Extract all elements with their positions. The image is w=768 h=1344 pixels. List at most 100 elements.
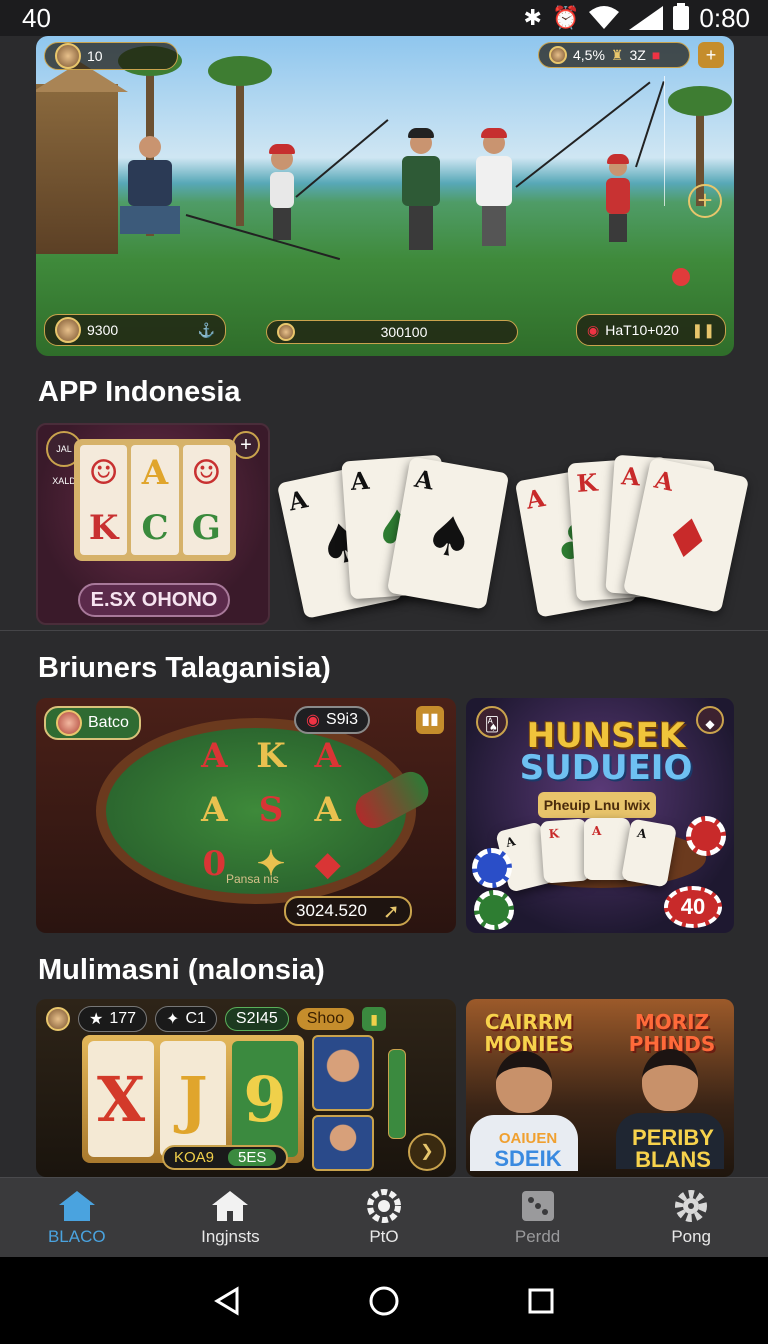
hud-top-left: 10	[44, 42, 178, 70]
system-navigation-bar	[0, 1257, 768, 1344]
slot-hud-3: S2I45	[224, 1007, 289, 1031]
target-icon: ◉	[587, 321, 600, 338]
fishing-rod	[515, 81, 651, 188]
bottom-navigation: BLACO Ingjnsts PtO Perdd Pong	[0, 1177, 768, 1257]
dice-icon	[521, 1190, 554, 1221]
slot-reels: ☺ K AC ☺ G	[74, 439, 236, 561]
pause-icon[interactable]: ❚❚	[692, 322, 715, 339]
poker-subtitle: Pheuip Lnu lwix	[538, 792, 656, 818]
status-time-right: 0:80	[699, 2, 750, 33]
slot-reels: X J 9	[82, 1035, 304, 1163]
fisherman-seated	[120, 136, 180, 234]
plus-button[interactable]: +	[698, 42, 724, 68]
hut-illustration	[36, 62, 128, 254]
app-screen: 40 ✱ ⏰ 0:80 + 10 4,5% ♜ 3Z ■ + 9300 ⚓ 30…	[0, 0, 768, 1344]
crosshair-icon[interactable]: +	[688, 184, 722, 218]
cards-group-right[interactable]: A♣ K♦ A♥ A♦	[514, 452, 750, 618]
game-tile-slot-2[interactable]: ★ 177 ✦ C1 S2I45 Shoo ▮ X J 9 KOA9 5ES ❯	[36, 999, 456, 1177]
flag-icon: ◉	[306, 712, 320, 729]
shield-icon	[46, 1007, 70, 1031]
menu-icon[interactable]: ▮	[362, 1007, 387, 1031]
status-bar: 40 ✱ ⏰ 0:80	[0, 0, 768, 36]
gear-ring-icon	[366, 1188, 401, 1223]
cards-group-left[interactable]: A♠ A♠ A♠	[276, 450, 510, 619]
arrow-icon[interactable]: ➚	[383, 899, 400, 924]
felt-symbols: A K A A S A 0 ✦ ◆	[201, 736, 341, 884]
hud-top-left-value: 10	[87, 48, 103, 64]
game-tile-poker[interactable]: 🂡 ◆ HUNSEK SUDUEIO Pheuip Lnu lwix A K A…	[466, 698, 734, 933]
house-icon	[212, 1190, 249, 1221]
slot-hud-1: ★ 177	[78, 1006, 148, 1032]
player-avatar	[55, 317, 81, 343]
status-time-left: 40	[22, 2, 51, 33]
nav-item-ingjnsts[interactable]: Ingjnsts	[154, 1178, 308, 1257]
hud-bottom-left: 9300 ⚓	[44, 314, 226, 346]
hud-top-right-value: 4,5%	[573, 47, 605, 63]
fishing-rod	[295, 119, 389, 198]
battery-icon	[673, 3, 690, 30]
status-icons: ✱ ⏰ 0:80	[524, 3, 750, 34]
home-icon	[58, 1190, 95, 1221]
hud-bottom-left-value: 9300	[87, 322, 119, 338]
player-pill: Batco	[44, 706, 141, 740]
nav-item-blaco[interactable]: BLACO	[0, 1178, 154, 1257]
playing-card: K	[539, 818, 591, 884]
hud-bottom-right-value: HaT10+020	[605, 322, 679, 338]
gear-icon	[675, 1189, 708, 1222]
movie-label-right: PERIBY BLANS	[632, 1125, 714, 1172]
slot-label: E.SX OHONO	[78, 583, 230, 617]
poker-chip	[474, 890, 514, 930]
signal-icon	[629, 6, 664, 30]
section-title-briuners: Briuners Talaganisia)	[38, 652, 331, 684]
nav-item-perdd[interactable]: Perdd	[461, 1178, 615, 1257]
score-pill: 3024.520 ➚	[284, 896, 412, 926]
trophy-icon: ♜	[610, 46, 624, 63]
side-meter	[388, 1049, 406, 1139]
hud-bottom-center: 300100	[266, 320, 518, 344]
fishing-rod	[185, 214, 341, 261]
back-icon[interactable]	[213, 1285, 241, 1316]
fisherman	[476, 128, 512, 246]
game-tile-card-table[interactable]: A K A A S A 0 ✦ ◆ Batco ◉ S9i3 ▮▮ Pansa …	[36, 698, 456, 933]
featured-banner[interactable]: + 10 4,5% ♜ 3Z ■ + 9300 ⚓ 300100 ◉ HaT10…	[36, 36, 734, 356]
red-ball	[672, 268, 690, 286]
coin-pill: ◉ S9i3	[294, 706, 370, 734]
game-tile-slot[interactable]: JAL XALD + ☺ K AC ☺ G E.SX OHONO	[36, 423, 270, 625]
hud-top-right-value-2: 3Z	[629, 47, 646, 63]
player-avatar	[549, 46, 567, 64]
recents-icon[interactable]	[527, 1287, 555, 1315]
hud-bottom-right: ◉ HaT10+020 ❚❚	[576, 314, 726, 346]
nav-item-pto[interactable]: PtO	[307, 1178, 461, 1257]
game-tile-movie[interactable]: CAIRRM MONIES MORIZ PHINDS OAIUEN SDEIK …	[466, 999, 734, 1177]
felt-label: Pansa nis	[226, 872, 279, 886]
wifi-icon	[589, 6, 620, 29]
fisherman	[269, 144, 295, 240]
movie-label-left: OAIUEN SDEIK	[494, 1130, 562, 1171]
shop-button[interactable]: Shoo	[296, 1008, 355, 1030]
hud-bottom-center-value: 300100	[380, 324, 428, 340]
slot-bottom-bar: KOA9 5ES	[162, 1145, 289, 1170]
anchor-icon: ⚓	[197, 321, 215, 338]
character-portrait	[312, 1035, 374, 1111]
fisherman	[606, 154, 630, 242]
nav-item-pong[interactable]: Pong	[614, 1178, 768, 1257]
poker-title: HUNSEK SUDUEIO	[519, 716, 693, 788]
spin-button[interactable]: ❯	[408, 1133, 446, 1171]
movie-title-left: CAIRRM MONIES	[484, 1010, 574, 1056]
slot-hud-bar: ★ 177 ✦ C1 S2I45 Shoo ▮	[46, 1005, 446, 1033]
fish-icon	[55, 43, 81, 69]
hud-top-right: 4,5% ♜ 3Z ■	[538, 42, 690, 68]
section-title-mulimasni: Mulimasni (nalonsia)	[38, 954, 325, 986]
character-portrait	[312, 1115, 374, 1171]
fishing-line	[664, 76, 665, 206]
alarm-icon: ⏰	[551, 5, 580, 30]
section-title-app-indonesia: APP Indonesia	[38, 376, 241, 408]
gift-icon: ■	[651, 47, 661, 63]
poker-chip	[472, 848, 512, 888]
menu-icon[interactable]: ▮▮	[416, 706, 444, 734]
add-icon[interactable]: +	[232, 431, 260, 459]
fisherman	[402, 128, 440, 250]
player-avatar	[56, 710, 82, 736]
bluetooth-icon: ✱	[523, 5, 542, 30]
home-circle-icon[interactable]	[368, 1285, 400, 1317]
